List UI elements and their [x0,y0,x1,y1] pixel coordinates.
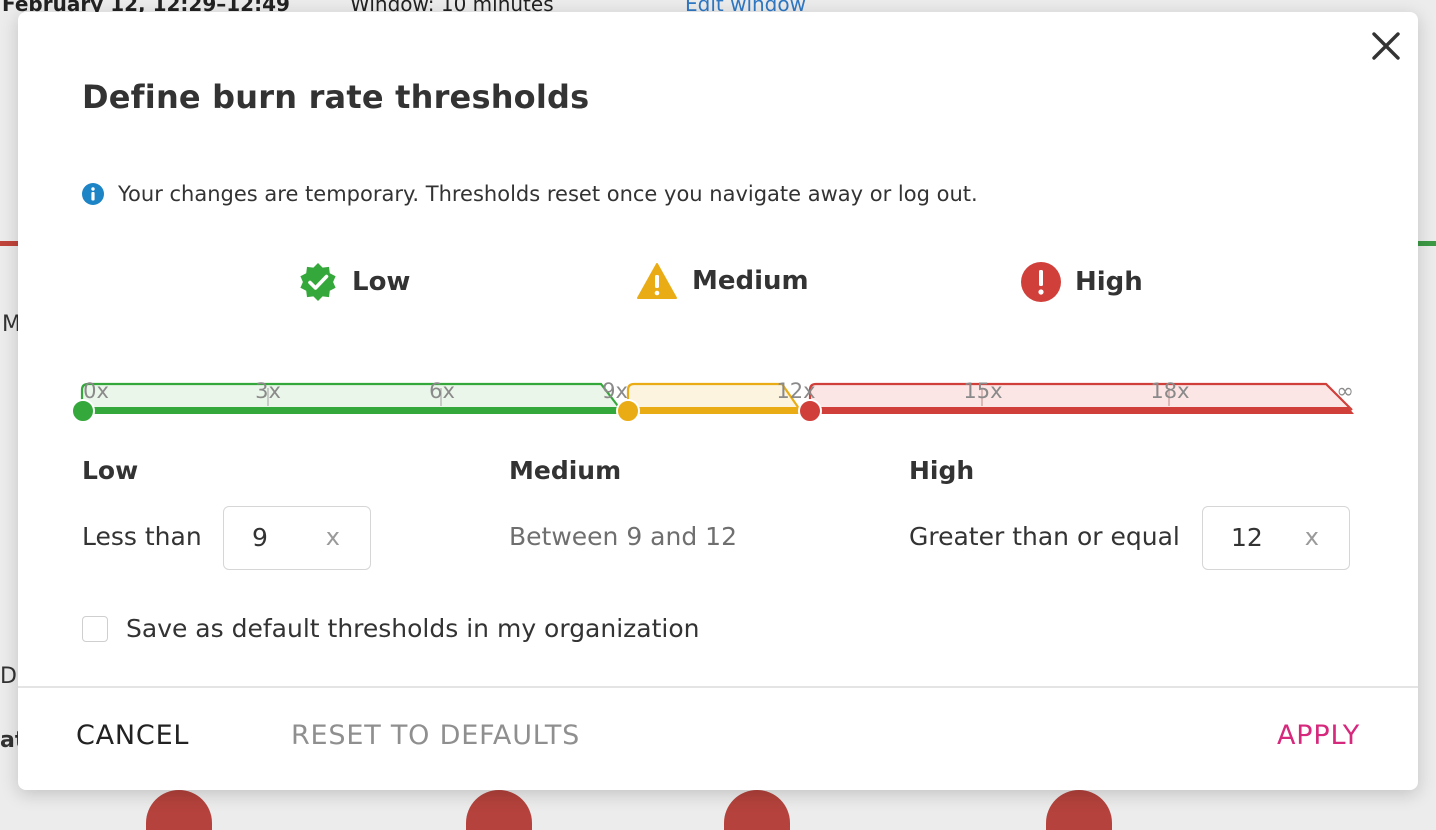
tick-label: 12x [776,379,816,403]
tick-label: 6x [429,379,455,403]
low-start-handle [71,399,95,422]
low-band-bar [82,407,628,414]
error-circle-icon [1021,262,1061,302]
background-bar-green [1418,241,1436,246]
high-prefix-label: Greater than or equal [909,522,1180,551]
dialog-title: Define burn rate thresholds [82,78,590,116]
high-band-fill [810,384,1352,410]
close-icon [1372,32,1400,60]
low-threshold-handle[interactable] [616,399,640,422]
burn-rate-thresholds-dialog: Define burn rate thresholds Your changes… [18,12,1418,790]
background-bar-red [0,241,18,246]
cancel-button[interactable]: CANCEL [76,720,189,751]
level-label-medium-text: Medium [692,266,809,296]
low-section-title: Low [82,456,139,485]
footer-divider [18,686,1418,688]
level-label-high-text: High [1075,267,1143,297]
high-section-title: High [909,456,975,485]
medium-band-fill [628,384,800,410]
level-label-low-text: Low [352,267,411,297]
reset-to-defaults-button[interactable]: RESET TO DEFAULTS [291,720,580,751]
tick-label: 9x [602,379,628,403]
medium-band-bar [628,407,810,414]
high-threshold-field[interactable]: x [1202,506,1350,570]
close-button[interactable] [1368,28,1404,64]
threshold-bar [71,374,1354,422]
apply-button[interactable]: APPLY [1277,720,1360,751]
save-default-label: Save as default thresholds in my organiz… [126,614,700,643]
background-status-marker [146,790,212,830]
tick-label: 15x [963,379,1003,403]
save-default-checkbox-row[interactable]: Save as default thresholds in my organiz… [82,614,700,643]
high-threshold-handle[interactable] [798,399,822,422]
high-threshold-unit: x [1304,523,1319,551]
warning-triangle-icon [637,263,677,299]
info-banner: Your changes are temporary. Thresholds r… [82,180,978,208]
low-threshold-input[interactable] [224,507,324,567]
high-band-bar [810,407,1354,414]
low-prefix-label: Less than [82,522,202,551]
tick-label-infinity: ∞ [1336,379,1354,403]
background-status-marker [466,790,532,830]
medium-range-text: Between 9 and 12 [509,522,737,551]
background-status-marker [1046,790,1112,830]
tick-label: 0x [83,379,109,403]
low-band-fill [82,374,621,410]
tick-label: 3x [255,379,281,403]
save-default-checkbox[interactable] [82,615,108,642]
info-icon [82,183,104,205]
background-status-marker [724,790,790,830]
level-label-medium: Medium [636,262,809,300]
info-text: Your changes are temporary. Thresholds r… [118,182,978,206]
level-label-low: Low [298,262,410,302]
low-threshold-field[interactable]: x [223,506,371,570]
level-label-high: High [1021,262,1143,302]
high-threshold-input[interactable] [1203,507,1303,567]
check-badge-icon [300,263,336,301]
tick-label: 18x [1150,379,1190,403]
medium-section-title: Medium [509,456,622,485]
threshold-scale: Low Medium High 0x 3x 6x 9x 12x 15x 18x … [18,262,1418,422]
low-threshold-unit: x [325,523,340,551]
